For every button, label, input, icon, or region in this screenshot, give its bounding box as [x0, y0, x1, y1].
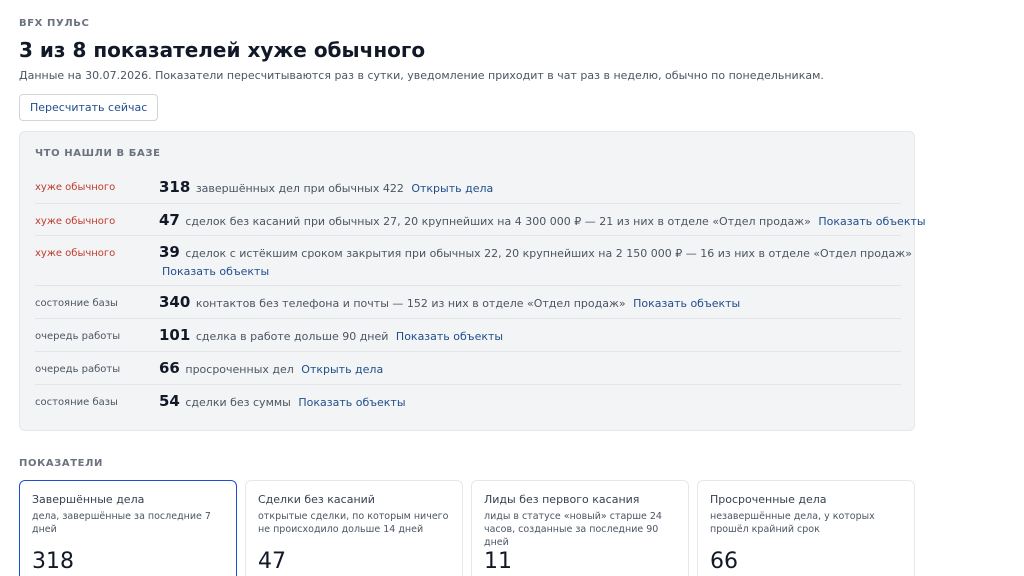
metric-card-title: Сделки без касаний [258, 493, 375, 506]
finding-number: 318 [159, 178, 191, 196]
metric-card-value: 66 [710, 549, 738, 574]
finding-content: 318 завершённых дел при обычных 422 Откр… [159, 178, 493, 196]
finding-number: 101 [159, 326, 191, 344]
finding-tag: очередь работы [35, 331, 121, 342]
finding-row: состояние базы 54 сделки без суммы Показ… [35, 385, 901, 418]
finding-text: сделки без суммы [185, 396, 291, 409]
finding-tag: хуже обычного [35, 248, 116, 259]
metrics-section-title: ПОКАЗАТЕЛИ [19, 458, 103, 469]
finding-text: сделка в работе дольше 90 дней [195, 330, 389, 343]
metric-card-description: незавершённые дела, у которых прошёл кра… [710, 511, 875, 535]
finding-content: 101 сделка в работе дольше 90 дней Показ… [159, 326, 503, 344]
metric-card-title: Завершённые дела [32, 493, 145, 506]
metric-card-value: 47 [258, 549, 286, 574]
metric-card-overdue-tasks[interactable]: Просроченные дела незавершённые дела, у … [697, 480, 915, 576]
finding-text: просроченных дел [185, 363, 294, 376]
finding-tag: хуже обычного [35, 182, 116, 193]
finding-content: 66 просроченных дел Открыть дела [159, 359, 383, 377]
metric-card-description: лиды в статусе «новый» старше 24 часов, … [484, 511, 662, 548]
findings-panel: ЧТО НАШЛИ В БАЗЕ хуже обычного 318 завер… [19, 131, 926, 431]
finding-number: 47 [159, 211, 180, 229]
finding-row: очередь работы 66 просроченных дел Откры… [35, 352, 901, 385]
metric-card-completed-tasks[interactable]: Завершённые дела дела, завершённые за по… [19, 480, 237, 576]
finding-text: сделок с истёкшим сроком закрытия при об… [185, 247, 912, 260]
finding-link[interactable]: Показать объекты [298, 396, 405, 409]
finding-link[interactable]: Показать объекты [633, 297, 740, 310]
finding-text: контактов без телефона и почты — 152 из … [195, 297, 626, 310]
finding-tag: хуже обычного [35, 216, 116, 227]
finding-link[interactable]: Показать объекты [162, 265, 269, 278]
finding-content: 47 сделок без касаний при обычных 27, 20… [159, 211, 926, 229]
finding-number: 66 [159, 359, 180, 377]
eyebrow-label: BFX ПУЛЬС [19, 18, 90, 29]
page-title: 3 из 8 показателей хуже обычного [19, 38, 426, 62]
finding-tag: состояние базы [35, 397, 118, 408]
finding-link[interactable]: Открыть дела [301, 363, 383, 376]
finding-row: состояние базы 340 контактов без телефон… [35, 286, 901, 319]
finding-content: 39 сделок с истёкшим сроком закрытия при… [159, 243, 912, 261]
finding-content: 54 сделки без суммы Показать объекты [159, 392, 406, 410]
page-subtitle: Данные на 30.07.2026. Показатели пересчи… [19, 69, 824, 82]
metric-card-title: Просроченные дела [710, 493, 827, 506]
finding-text: сделок без касаний при обычных 27, 20 кр… [185, 215, 811, 228]
finding-number: 54 [159, 392, 180, 410]
finding-link[interactable]: Открыть дела [411, 182, 493, 195]
finding-content: 340 контактов без телефона и почты — 152… [159, 293, 740, 311]
finding-row: хуже обычного 39 сделок с истёкшим сроко… [35, 236, 912, 286]
metric-card-title: Лиды без первого касания [484, 493, 640, 506]
finding-tag: состояние базы [35, 298, 118, 309]
findings-title: ЧТО НАШЛИ В БАЗЕ [35, 148, 161, 159]
finding-number: 39 [159, 243, 180, 261]
finding-row: хуже обычного 318 завершённых дел при об… [35, 172, 901, 204]
metric-card-stale-deals[interactable]: Сделки без касаний открытые сделки, по к… [245, 480, 463, 576]
metric-card-value: 11 [484, 549, 512, 574]
metric-card-description: открытые сделки, по которым ничего не пр… [258, 511, 449, 535]
recalculate-button[interactable]: Пересчитать сейчас [19, 94, 159, 121]
finding-number: 340 [159, 293, 191, 311]
metric-card-description: дела, завершённые за последние 7 дней [32, 511, 211, 535]
finding-row: хуже обычного 47 сделок без касаний при … [35, 204, 926, 236]
finding-row: очередь работы 101 сделка в работе дольш… [35, 319, 901, 352]
finding-link[interactable]: Показать объекты [818, 215, 925, 228]
metric-card-value: 318 [32, 549, 74, 574]
metric-card-untouched-leads[interactable]: Лиды без первого касания лиды в статусе … [471, 480, 689, 576]
finding-tag: очередь работы [35, 364, 121, 375]
finding-link[interactable]: Показать объекты [396, 330, 503, 343]
finding-text: завершённых дел при обычных 422 [195, 182, 404, 195]
